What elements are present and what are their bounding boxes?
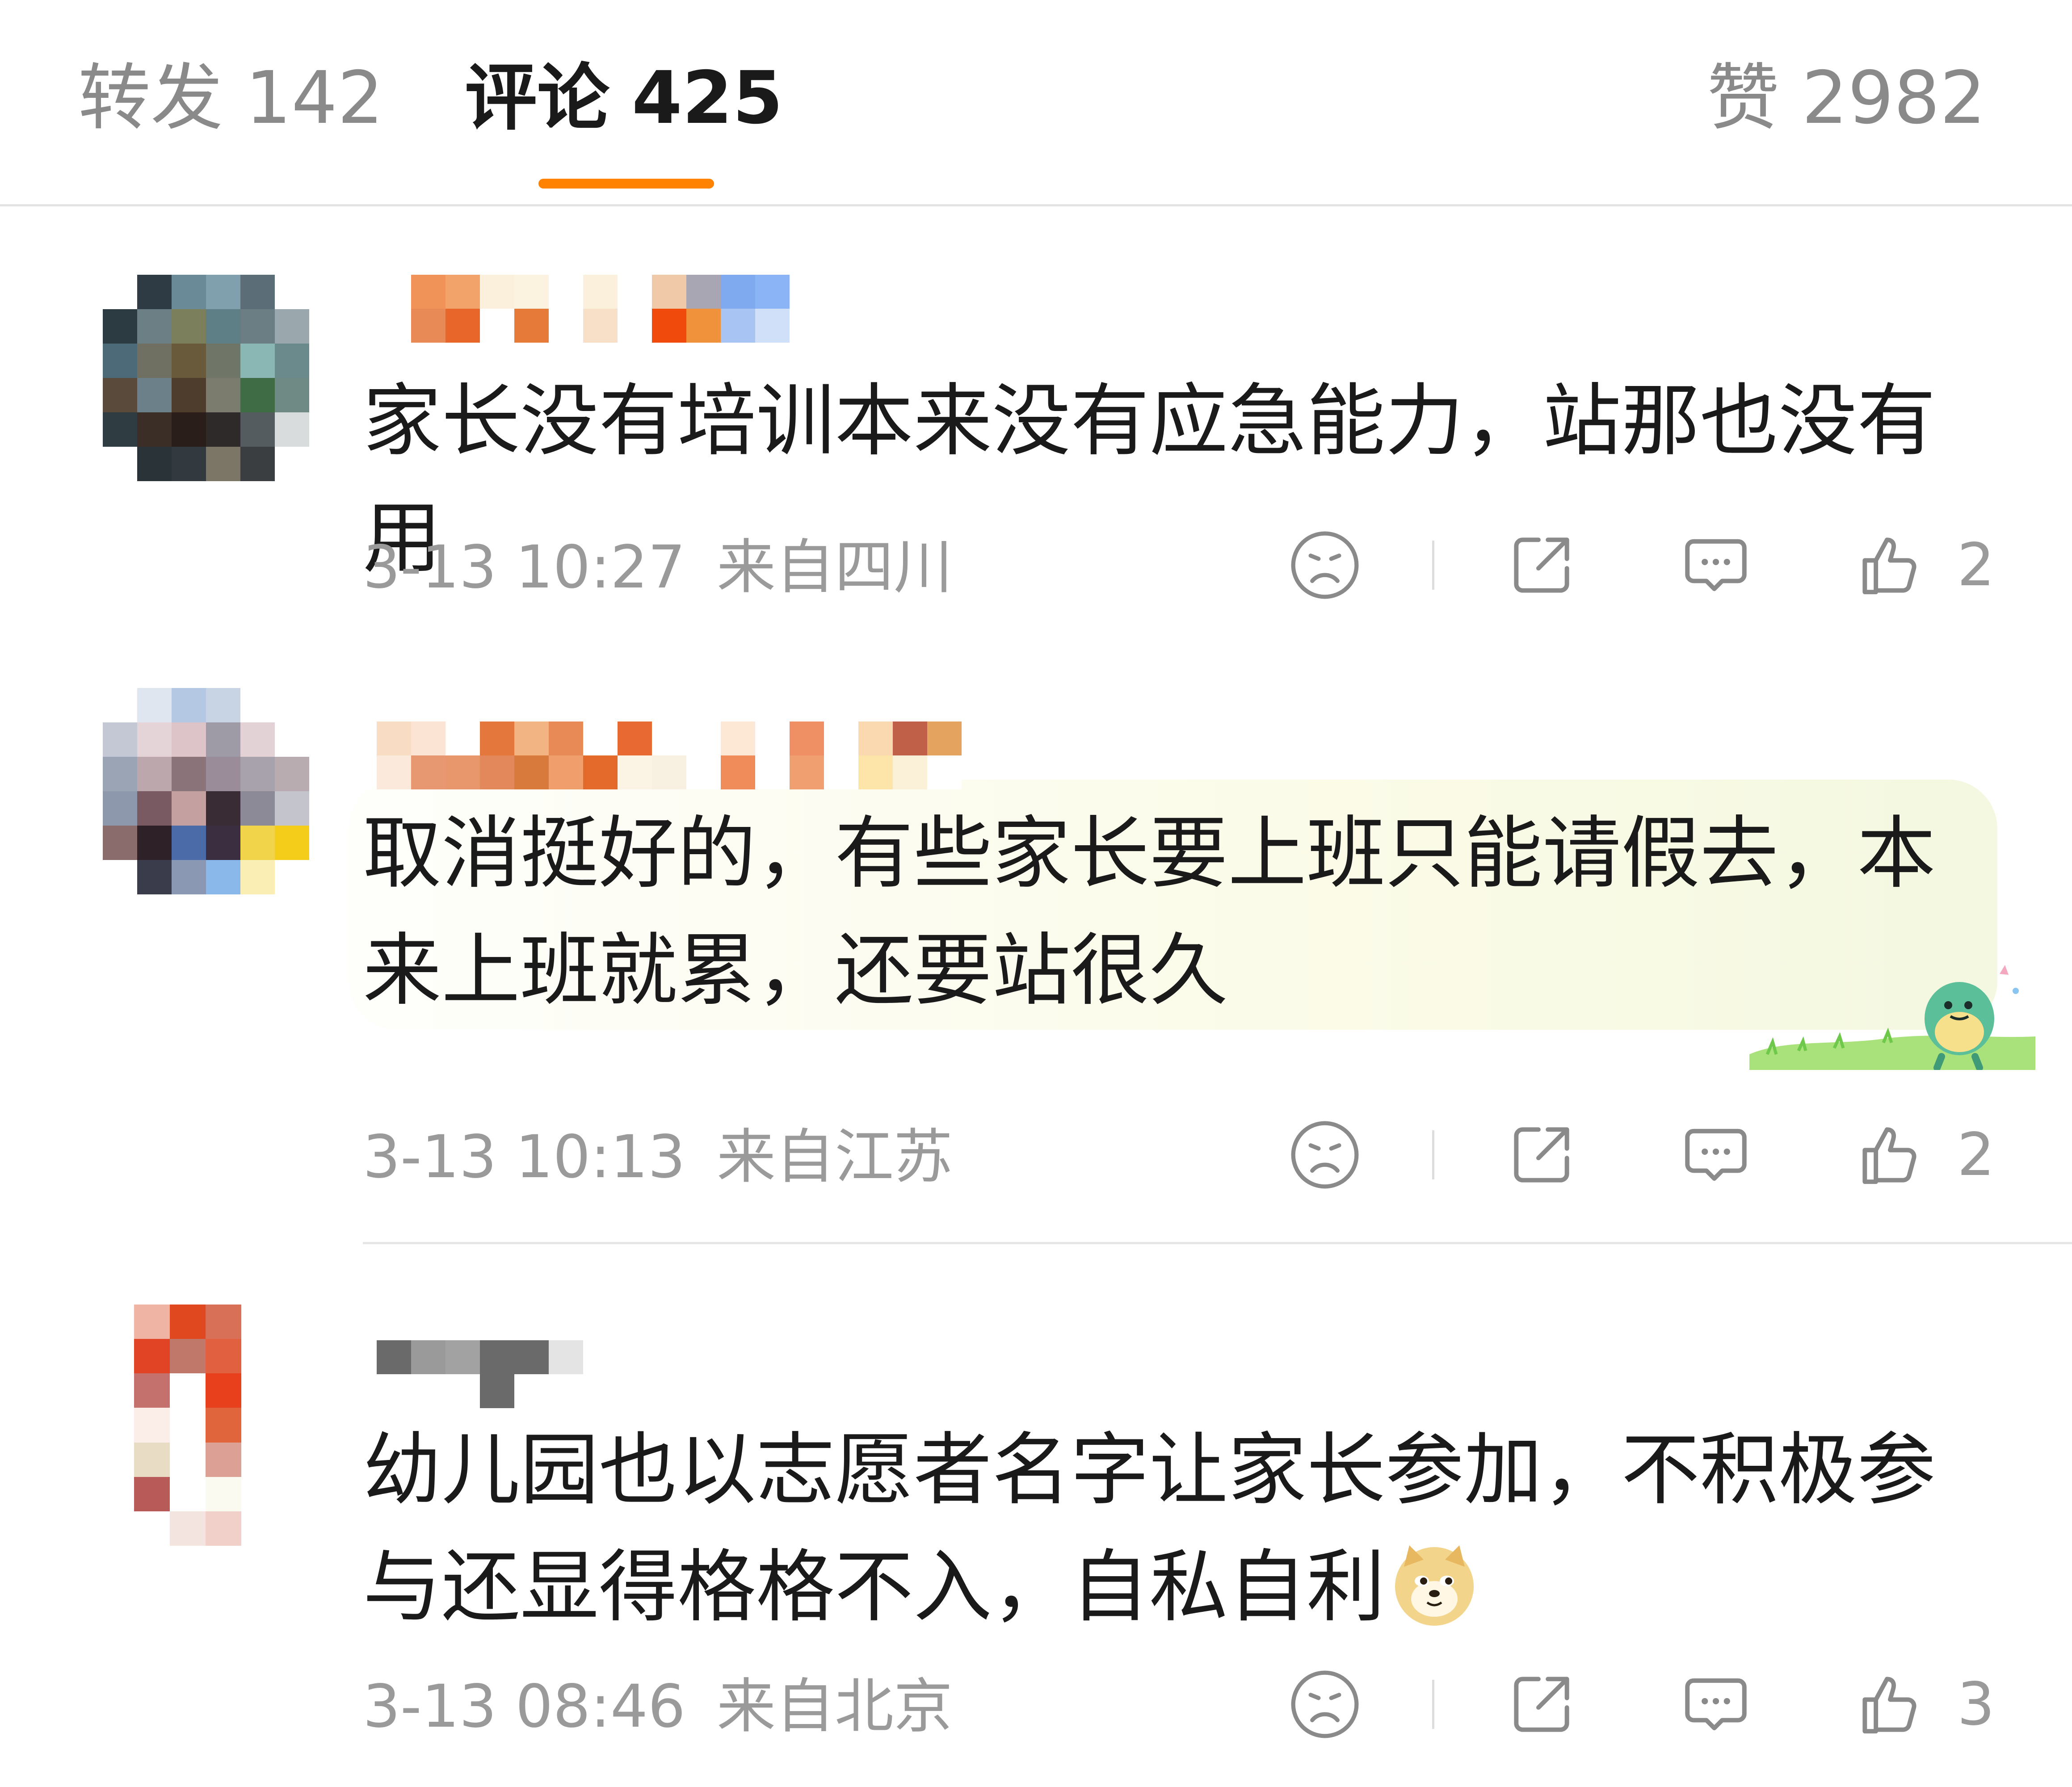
comment-time: 3-13 10:13 bbox=[363, 1123, 685, 1191]
dinosaur-sticker-icon bbox=[1749, 965, 2035, 1070]
comment-meta: 3-13 08:46 来自北京 bbox=[363, 1671, 953, 1742]
comment-meta: 3-13 10:27 来自四川 bbox=[363, 532, 953, 603]
comment-divider bbox=[363, 1242, 2072, 1244]
active-tab-indicator bbox=[538, 179, 714, 189]
comment-text-content: 幼儿园也以志愿者名字让家长参加，不积极参与还显得格格不入，自私自利 bbox=[363, 1424, 1936, 1633]
like-count: 2 bbox=[1957, 531, 1995, 600]
share-icon bbox=[1514, 537, 1569, 593]
comment-location: 来自四川 bbox=[716, 533, 953, 602]
like-button[interactable] bbox=[1852, 1666, 1928, 1742]
dislike-button[interactable] bbox=[1287, 1117, 1363, 1193]
sad-face-icon bbox=[1291, 1670, 1359, 1738]
share-button[interactable] bbox=[1504, 1117, 1580, 1193]
thumbs-up-icon bbox=[1862, 1677, 1916, 1734]
avatar[interactable] bbox=[103, 688, 309, 894]
comment-actions: 2 bbox=[1287, 1117, 2002, 1193]
doge-emoji-icon bbox=[1395, 1545, 1474, 1626]
reply-button[interactable] bbox=[1678, 1117, 1754, 1193]
comment-actions: 3 bbox=[1287, 1666, 2002, 1742]
nickname-redacted[interactable] bbox=[377, 1340, 583, 1408]
tab-repost-label: 转发 bbox=[78, 56, 223, 140]
action-separator bbox=[1432, 541, 1434, 590]
tab-repost[interactable]: 转发 142 bbox=[78, 56, 383, 141]
like-button[interactable] bbox=[1852, 1117, 1928, 1193]
share-icon bbox=[1514, 1127, 1569, 1183]
dislike-button[interactable] bbox=[1287, 527, 1363, 603]
comment-location: 来自北京 bbox=[716, 1672, 953, 1741]
reply-button[interactable] bbox=[1678, 527, 1754, 603]
tab-repost-count: 142 bbox=[245, 56, 384, 140]
tab-like-count: 2982 bbox=[1802, 56, 1986, 140]
tab-comment-count: 425 bbox=[632, 56, 783, 140]
sad-face-icon bbox=[1291, 1121, 1359, 1189]
thumbs-up-icon bbox=[1862, 537, 1916, 595]
comment-bubble-icon bbox=[1685, 1678, 1747, 1731]
tab-comment[interactable]: 评论 425 bbox=[465, 56, 783, 141]
share-icon bbox=[1514, 1677, 1569, 1732]
reply-button[interactable] bbox=[1678, 1666, 1754, 1742]
comment-bubble-icon bbox=[1685, 539, 1747, 591]
tab-comment-label: 评论 bbox=[465, 56, 609, 140]
like-count: 2 bbox=[1957, 1120, 1995, 1189]
comment-time: 3-13 08:46 bbox=[363, 1672, 685, 1741]
action-separator bbox=[1432, 1130, 1434, 1179]
like-button[interactable] bbox=[1852, 527, 1928, 603]
comment-actions: 2 bbox=[1287, 527, 2002, 603]
comment-location: 来自江苏 bbox=[716, 1123, 953, 1191]
avatar[interactable] bbox=[134, 1305, 241, 1546]
sad-face-icon bbox=[1291, 531, 1359, 599]
nickname-redacted[interactable] bbox=[377, 722, 962, 789]
like-count: 3 bbox=[1957, 1670, 1995, 1739]
comment-bubble-icon bbox=[1685, 1128, 1747, 1181]
tab-bar: 转发 142 评论 425 赞 2982 bbox=[0, 0, 2072, 206]
thumbs-up-icon bbox=[1862, 1127, 1916, 1184]
share-button[interactable] bbox=[1504, 527, 1580, 603]
comment-text: 幼儿园也以志愿者名字让家长参加，不积极参与还显得格格不入，自私自利 bbox=[363, 1412, 2007, 1646]
nickname-redacted[interactable] bbox=[377, 275, 790, 343]
tab-like[interactable]: 赞 2982 bbox=[1707, 56, 1986, 141]
share-button[interactable] bbox=[1504, 1666, 1580, 1742]
dislike-button[interactable] bbox=[1287, 1666, 1363, 1742]
comment-time: 3-13 10:27 bbox=[363, 533, 685, 602]
action-separator bbox=[1432, 1680, 1434, 1729]
comment-meta: 3-13 10:13 来自江苏 bbox=[363, 1121, 953, 1193]
tab-like-label: 赞 bbox=[1707, 56, 1779, 140]
avatar[interactable] bbox=[103, 275, 309, 481]
